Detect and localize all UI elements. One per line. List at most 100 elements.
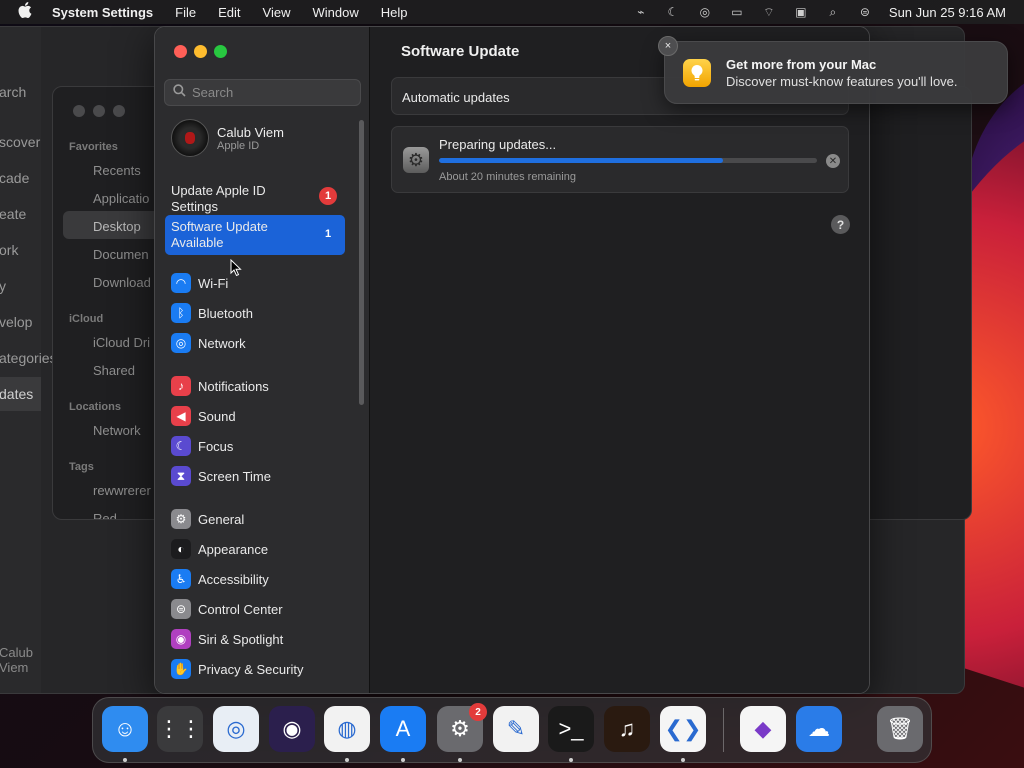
hand-icon: ✋ — [171, 659, 191, 679]
sidebar-item-accessibility[interactable]: ♿ Accessibility — [165, 569, 345, 589]
menu-file[interactable]: File — [175, 5, 196, 20]
visual-studio-icon[interactable]: ◆ — [740, 706, 786, 752]
sidebar-item-label: Bluetooth — [198, 305, 253, 321]
battery-slash-icon[interactable]: ⌁ — [633, 5, 649, 19]
window-button[interactable] — [73, 105, 85, 117]
software-update-available-item[interactable]: Software Update Available 1 — [165, 215, 345, 255]
update-status-text: Preparing updates... — [439, 137, 557, 152]
help-button[interactable]: ? — [831, 215, 850, 234]
cancel-update-button[interactable]: ✕ — [826, 154, 840, 168]
search-input[interactable] — [192, 85, 352, 100]
dock: ☺ ⋮⋮ ◎ ◉ ◍ A ⚙ 2 ✎ >_ ♫ ❮❯ ◆ ☁ 🗑 — [92, 697, 932, 763]
finder-item[interactable]: Download — [93, 275, 151, 290]
finder-item[interactable]: Applicatio — [93, 191, 149, 206]
finder-item[interactable]: rewwrerer — [93, 483, 151, 498]
chrome-icon[interactable]: ◍ — [324, 706, 370, 752]
settings-sidebar: Calub Viem Apple ID Update Apple ID Sett… — [155, 27, 370, 693]
finder-item[interactable]: ork — [0, 242, 18, 258]
finder-item[interactable]: Recents — [93, 163, 141, 178]
firefox-icon[interactable]: ◉ — [269, 706, 315, 752]
sidebar-item-general[interactable]: ⚙ General — [165, 509, 345, 529]
finder-item[interactable]: ategories — [0, 350, 57, 366]
menu-app-name[interactable]: System Settings — [52, 5, 153, 20]
wifi-icon: ◠ — [171, 273, 191, 293]
finder-item[interactable]: Red — [93, 511, 117, 519]
wifi-status-icon[interactable]: ⌔ — [761, 5, 777, 19]
user-subtitle: Apple ID — [217, 139, 260, 152]
search-field[interactable] — [164, 79, 361, 106]
finder-item[interactable]: eate — [0, 206, 26, 222]
app-store-icon[interactable]: A — [380, 706, 426, 752]
sidebar-item-bluetooth[interactable]: ᛒ Bluetooth — [165, 303, 345, 323]
menu-edit[interactable]: Edit — [218, 5, 240, 20]
sidebar-scrollbar[interactable] — [359, 120, 364, 405]
display-icon[interactable]: ▭ — [729, 5, 745, 19]
notification-banner[interactable]: Get more from your Mac Discover must-kno… — [664, 41, 1008, 104]
terminal-icon[interactable]: >_ — [548, 706, 594, 752]
sidebar-item-notifications[interactable]: ♪ Notifications — [165, 376, 345, 396]
sidebar-item-screen-time[interactable]: ⧗ Screen Time — [165, 466, 345, 486]
sidebar-item-control-center[interactable]: ⊜ Control Center — [165, 599, 345, 619]
sidebar-item-appearance[interactable]: ◐ Appearance — [165, 539, 345, 559]
weather-icon[interactable]: ☁ — [796, 706, 842, 752]
finder-item[interactable]: dates — [0, 386, 33, 402]
menu-view[interactable]: View — [263, 5, 291, 20]
sidebar-item-sound[interactable]: ◀ Sound — [165, 406, 345, 426]
sidebar-item-label: Privacy & Security — [198, 661, 304, 677]
sidebar-item-privacy-security[interactable]: ✋ Privacy & Security — [165, 659, 345, 679]
sidebar-item-wi-fi[interactable]: ◠ Wi-Fi — [165, 273, 345, 293]
finder-item[interactable]: velop — [0, 314, 32, 330]
update-progress-bar — [439, 158, 817, 163]
finder-item[interactable]: Network — [93, 423, 141, 438]
running-indicator — [569, 758, 573, 762]
sidebar-item-focus[interactable]: ☾ Focus — [165, 436, 345, 456]
menu-bar: System Settings File Edit View Window He… — [0, 0, 1024, 24]
pending-item-label: Update Apple ID Settings — [171, 183, 266, 214]
menu-window[interactable]: Window — [312, 5, 358, 20]
control-center-icon[interactable]: ⊜ — [857, 5, 873, 19]
finder-item[interactable]: Shared — [93, 363, 135, 378]
vscode-icon[interactable]: ❮❯ — [660, 706, 706, 752]
apple-menu-icon[interactable] — [18, 2, 36, 22]
sidebar-item-siri-spotlight[interactable]: ◉ Siri & Spotlight — [165, 629, 345, 649]
gear-icon: ⚙ — [171, 509, 191, 529]
sidebar-item-label: Screen Time — [198, 468, 271, 484]
window-button[interactable] — [113, 105, 125, 117]
menu-clock[interactable]: Sun Jun 25 9:16 AM — [889, 5, 1006, 20]
moon-icon[interactable]: ☾ — [665, 5, 681, 19]
software-update-pane: Software Update Automatic updates ⚙ Prep… — [371, 27, 869, 693]
launchpad-icon[interactable]: ⋮⋮ — [157, 706, 203, 752]
minimize-window-button[interactable] — [194, 45, 207, 58]
finder-item[interactable]: arch — [0, 84, 26, 100]
mouse-cursor-icon — [230, 258, 242, 282]
safari-icon[interactable]: ◎ — [213, 706, 259, 752]
garageband-icon[interactable]: ♫ — [604, 706, 650, 752]
dock-badge: 2 — [469, 703, 487, 721]
sidebar-item-label: Network — [198, 335, 246, 351]
zoom-window-button[interactable] — [214, 45, 227, 58]
bell-icon: ♪ — [171, 376, 191, 396]
speaker-icon: ◀ — [171, 406, 191, 426]
notification-badge: 1 — [324, 228, 332, 240]
sidebar-item-network[interactable]: ◎ Network — [165, 333, 345, 353]
finder-item[interactable]: y — [0, 278, 6, 294]
window-button[interactable] — [93, 105, 105, 117]
spotlight-search-icon[interactable]: ⌕ — [825, 5, 841, 19]
finder-icon[interactable]: ☺ — [102, 706, 148, 752]
running-indicator — [123, 758, 127, 762]
finder-item[interactable]: scover — [0, 134, 40, 150]
finder-item[interactable]: Documen — [93, 247, 149, 262]
textedit-icon[interactable]: ✎ — [493, 706, 539, 752]
update-apple-id-settings-item[interactable]: Update Apple ID Settings 1 — [165, 179, 345, 219]
close-window-button[interactable] — [174, 45, 187, 58]
apple-id-account[interactable]: Calub Viem Apple ID — [171, 119, 284, 157]
menu-help[interactable]: Help — [381, 5, 408, 20]
finder-item[interactable]: Desktop — [93, 219, 141, 234]
finder-item[interactable]: cade — [0, 170, 29, 186]
airdrop-icon[interactable]: ◎ — [697, 5, 713, 19]
trash-icon[interactable]: 🗑 — [877, 706, 923, 752]
screen-mirroring-icon[interactable]: ▣ — [793, 5, 809, 19]
close-notification-button[interactable]: × — [658, 36, 678, 56]
running-indicator — [401, 758, 405, 762]
finder-item[interactable]: iCloud Dri — [93, 335, 150, 350]
